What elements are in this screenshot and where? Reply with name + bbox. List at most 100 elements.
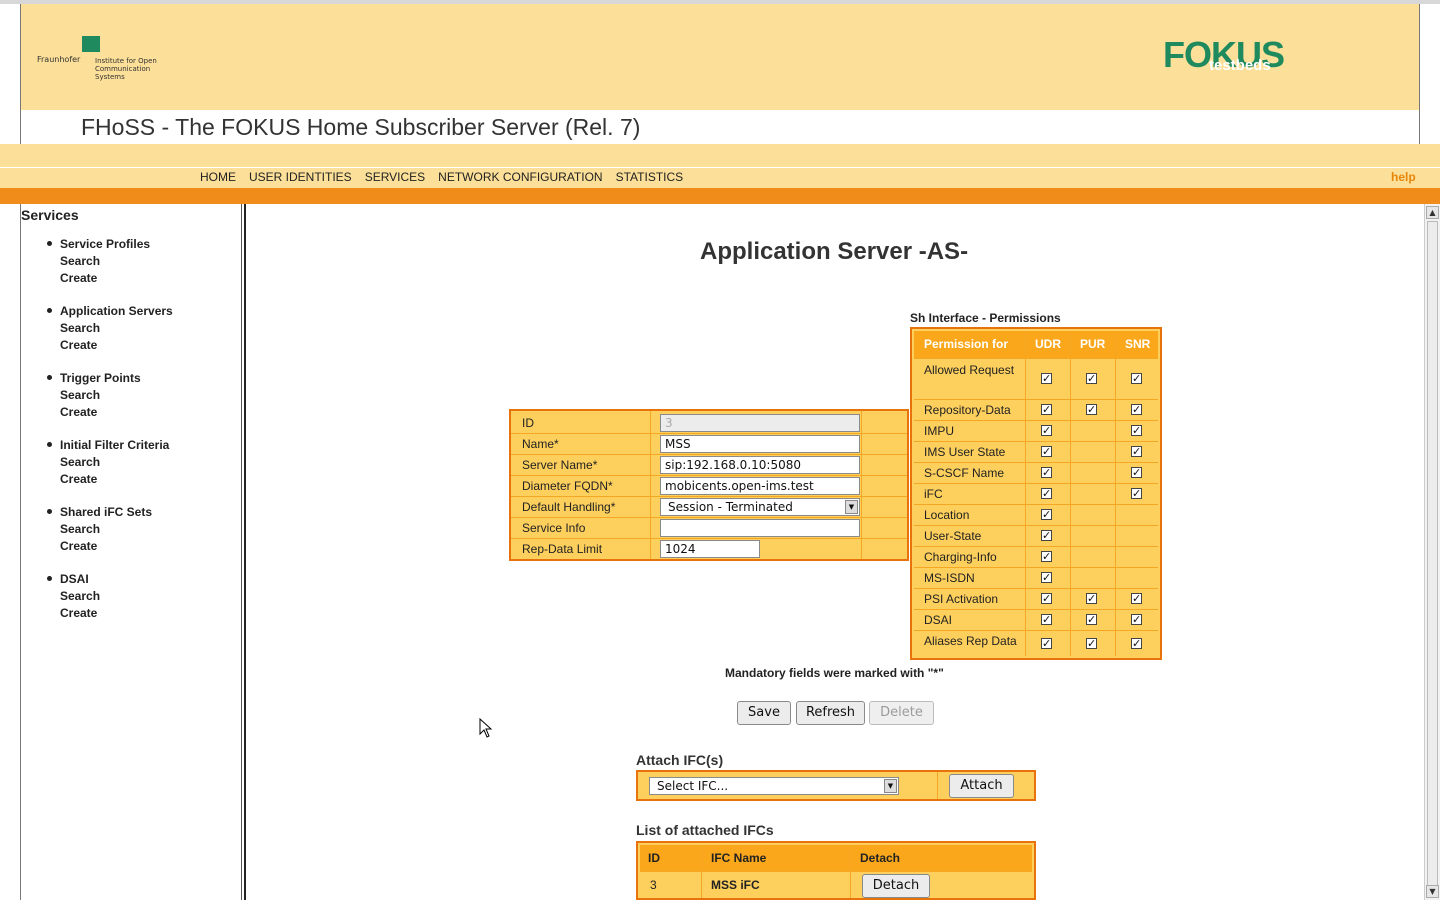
sh-udr-checkbox[interactable]: ✓ bbox=[1041, 551, 1052, 562]
sh-row-label: MS-ISDN bbox=[924, 571, 975, 585]
sh-header-snr: SNR bbox=[1125, 337, 1151, 351]
sidebar-link-create[interactable]: Create bbox=[60, 338, 97, 352]
save-button[interactable]: Save bbox=[737, 701, 791, 725]
sidebar-item-application-servers[interactable]: Application Servers bbox=[60, 304, 173, 318]
scroll-thumb[interactable] bbox=[1427, 221, 1438, 886]
sh-snr-checkbox[interactable]: ✓ bbox=[1131, 638, 1142, 649]
sidebar-item-initial-filter-criteria[interactable]: Initial Filter Criteria bbox=[60, 438, 169, 452]
nav-divider bbox=[0, 167, 1440, 168]
sidebar-link-search[interactable]: Search bbox=[60, 455, 100, 469]
nav-network-configuration[interactable]: NETWORK CONFIGURATION bbox=[438, 170, 602, 184]
bullet-icon bbox=[47, 375, 52, 380]
sidebar-link-create[interactable]: Create bbox=[60, 539, 97, 553]
sidebar-link-create[interactable]: Create bbox=[60, 405, 97, 419]
sh-pur-checkbox[interactable]: ✓ bbox=[1086, 614, 1097, 625]
mouse-cursor-icon bbox=[479, 718, 493, 738]
refresh-button[interactable]: Refresh bbox=[796, 701, 865, 725]
sh-udr-checkbox[interactable]: ✓ bbox=[1041, 509, 1052, 520]
page-title: Application Server -AS- bbox=[700, 238, 969, 265]
sh-udr-checkbox[interactable]: ✓ bbox=[1041, 373, 1052, 384]
nav-statistics[interactable]: STATISTICS bbox=[616, 170, 684, 184]
sh-row-divider bbox=[914, 525, 1158, 526]
app-title: FHoSS - The FOKUS Home Subscriber Server… bbox=[81, 114, 641, 140]
server-name-field[interactable]: sip:192.168.0.10:5080 bbox=[660, 456, 860, 474]
sh-udr-checkbox[interactable]: ✓ bbox=[1041, 530, 1052, 541]
ifc-select[interactable]: Select IFC... ▼ bbox=[649, 777, 899, 795]
sh-row-divider bbox=[914, 630, 1158, 631]
sidebar-title: Services bbox=[21, 207, 79, 223]
sh-pur-checkbox[interactable]: ✓ bbox=[1086, 373, 1097, 384]
diameter-fqdn-field[interactable]: mobicents.open-ims.test bbox=[660, 477, 860, 495]
sidebar-link-search[interactable]: Search bbox=[60, 522, 100, 536]
sh-row-label: Charging-Info bbox=[924, 550, 997, 564]
sidebar-group-dsai: DSAI Search Create bbox=[21, 572, 241, 639]
sidebar-item-shared-ifc-sets[interactable]: Shared iFC Sets bbox=[60, 505, 152, 519]
service-info-field[interactable] bbox=[660, 519, 860, 537]
sh-udr-checkbox[interactable]: ✓ bbox=[1041, 614, 1052, 625]
bullet-icon bbox=[47, 442, 52, 447]
sidebar-link-search[interactable]: Search bbox=[60, 254, 100, 268]
ifc-header-id: ID bbox=[648, 851, 660, 865]
sh-row-label: IMS User State bbox=[924, 445, 1006, 459]
rep-data-limit-label: Rep-Data Limit bbox=[522, 542, 603, 556]
help-link[interactable]: help bbox=[1391, 170, 1416, 184]
sh-row-label: User-State bbox=[924, 529, 982, 543]
service-info-label: Service Info bbox=[522, 521, 586, 535]
sh-udr-checkbox[interactable]: ✓ bbox=[1041, 467, 1052, 478]
sh-row-label: Aliases Rep Data bbox=[924, 634, 1017, 648]
dropdown-arrow-icon[interactable]: ▼ bbox=[884, 779, 897, 793]
id-field: 3 bbox=[660, 414, 860, 432]
sh-row-label: IMPU bbox=[924, 424, 954, 438]
sh-udr-checkbox[interactable]: ✓ bbox=[1041, 404, 1052, 415]
sh-snr-checkbox[interactable]: ✓ bbox=[1131, 373, 1142, 384]
sidebar-link-search[interactable]: Search bbox=[60, 321, 100, 335]
detach-button[interactable]: Detach bbox=[862, 874, 930, 898]
sh-udr-checkbox[interactable]: ✓ bbox=[1041, 425, 1052, 436]
sh-snr-checkbox[interactable]: ✓ bbox=[1131, 614, 1142, 625]
sh-udr-checkbox[interactable]: ✓ bbox=[1041, 572, 1052, 583]
sh-pur-checkbox[interactable]: ✓ bbox=[1086, 638, 1097, 649]
sh-udr-checkbox[interactable]: ✓ bbox=[1041, 446, 1052, 457]
sidebar-divider[interactable] bbox=[241, 204, 246, 900]
sidebar-group-shared-ifc-sets: Shared iFC Sets Search Create bbox=[21, 505, 241, 572]
sidebar-item-service-profiles[interactable]: Service Profiles bbox=[60, 237, 150, 251]
sidebar-link-search[interactable]: Search bbox=[60, 589, 100, 603]
sh-snr-checkbox[interactable]: ✓ bbox=[1131, 446, 1142, 457]
sidebar-item-trigger-points[interactable]: Trigger Points bbox=[60, 371, 141, 385]
sh-udr-checkbox[interactable]: ✓ bbox=[1041, 488, 1052, 499]
nav-services[interactable]: SERVICES bbox=[365, 170, 425, 184]
sh-row-divider bbox=[914, 483, 1158, 484]
sh-udr-checkbox[interactable]: ✓ bbox=[1041, 593, 1052, 604]
sidebar-link-search[interactable]: Search bbox=[60, 388, 100, 402]
name-field[interactable]: MSS bbox=[660, 435, 860, 453]
attach-button[interactable]: Attach bbox=[949, 774, 1014, 798]
sh-udr-checkbox[interactable]: ✓ bbox=[1041, 638, 1052, 649]
default-handling-select[interactable]: Session - Terminated ▼ bbox=[660, 498, 860, 516]
sh-snr-checkbox[interactable]: ✓ bbox=[1131, 404, 1142, 415]
scroll-up-arrow-icon[interactable]: ▲ bbox=[1426, 206, 1439, 219]
dropdown-arrow-icon[interactable]: ▼ bbox=[845, 500, 858, 514]
sidebar-link-create[interactable]: Create bbox=[60, 606, 97, 620]
bullet-icon bbox=[47, 241, 52, 246]
sh-pur-checkbox[interactable]: ✓ bbox=[1086, 404, 1097, 415]
sh-snr-checkbox[interactable]: ✓ bbox=[1131, 425, 1142, 436]
sidebar-group-service-profiles: Service Profiles Search Create bbox=[21, 237, 241, 304]
sh-snr-checkbox[interactable]: ✓ bbox=[1131, 593, 1142, 604]
server-name-label: Server Name* bbox=[522, 458, 598, 472]
sidebar-link-create[interactable]: Create bbox=[60, 271, 97, 285]
sh-snr-checkbox[interactable]: ✓ bbox=[1131, 467, 1142, 478]
sh-row-divider bbox=[914, 462, 1158, 463]
scroll-down-arrow-icon[interactable]: ▼ bbox=[1426, 885, 1439, 898]
sh-snr-checkbox[interactable]: ✓ bbox=[1131, 488, 1142, 499]
nav-home[interactable]: HOME bbox=[200, 170, 236, 184]
sidebar-link-create[interactable]: Create bbox=[60, 472, 97, 486]
sh-row-divider bbox=[914, 609, 1158, 610]
sh-pur-checkbox[interactable]: ✓ bbox=[1086, 593, 1097, 604]
rep-data-limit-field[interactable]: 1024 bbox=[660, 540, 760, 558]
ifc-header-name: IFC Name bbox=[711, 851, 767, 865]
sh-row-divider bbox=[914, 358, 1158, 359]
vertical-scrollbar[interactable]: ▲ ▼ bbox=[1424, 204, 1440, 900]
sidebar-item-dsai[interactable]: DSAI bbox=[60, 572, 89, 586]
sh-row-divider bbox=[914, 588, 1158, 589]
nav-user-identities[interactable]: USER IDENTITIES bbox=[249, 170, 352, 184]
